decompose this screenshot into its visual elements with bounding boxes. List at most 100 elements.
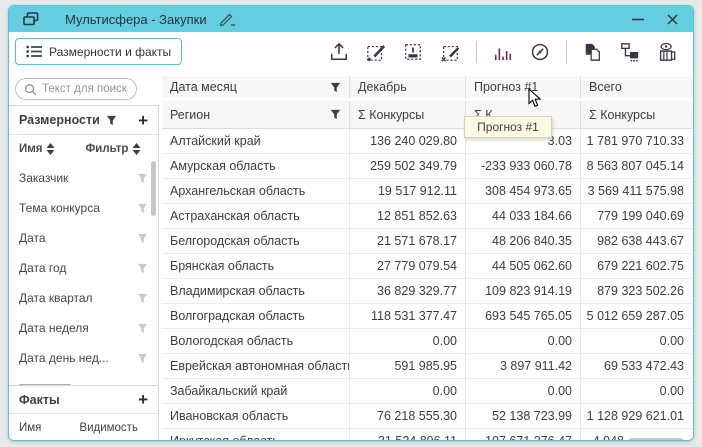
value-cell[interactable]: 5 012 659 287.05 [581, 304, 692, 328]
region-cell[interactable]: Владимирская область [162, 279, 350, 303]
value-cell[interactable]: 12 851 852.63 [350, 204, 466, 228]
region-cell[interactable]: Еврейская автономная область [162, 354, 350, 378]
filter-icon[interactable] [137, 233, 148, 244]
value-cell[interactable]: 3 897 911.42 [466, 354, 581, 378]
value-cell[interactable]: -233 933 060.78 [466, 154, 581, 178]
value-cell[interactable]: 76 218 555.30 [350, 404, 466, 428]
column-header[interactable]: Всего [581, 76, 692, 98]
filter-icon[interactable] [330, 109, 341, 120]
value-cell[interactable]: 308 454 973.65 [466, 179, 581, 203]
sidebar-item[interactable]: Дата день нед... [9, 343, 158, 373]
table-row[interactable]: Еврейская автономная область591 985.953 … [162, 354, 692, 379]
filter-icon[interactable] [137, 323, 148, 334]
filter-icon[interactable] [137, 353, 148, 364]
value-cell[interactable]: 44 505 062.60 [466, 254, 581, 278]
value-cell[interactable]: 1 781 970 710.33 [581, 129, 692, 153]
filter-icon[interactable] [137, 263, 148, 274]
histogram-icon[interactable] [491, 40, 515, 64]
table-row[interactable]: Владимирская область36 829 329.77109 823… [162, 279, 692, 304]
vertical-scrollbar-track[interactable] [693, 76, 694, 441]
region-cell[interactable]: Брянская область [162, 254, 350, 278]
sort-icon[interactable] [46, 143, 55, 155]
value-cell[interactable]: 0.00 [350, 379, 466, 403]
column-header[interactable]: Прогноз #1 [466, 76, 581, 98]
filter-icon[interactable] [137, 203, 148, 214]
add-dimension-button[interactable]: + [138, 112, 148, 129]
region-cell[interactable]: Забайкальский край [162, 379, 350, 403]
sidebar-item[interactable]: Заказчик [9, 163, 158, 193]
value-cell[interactable]: 109 823 914.19 [466, 279, 581, 303]
value-cell[interactable]: 693 545 765.05 [466, 304, 581, 328]
value-cell[interactable]: 259 502 349.79 [350, 154, 466, 178]
region-cell[interactable]: Волгоградская область [162, 304, 350, 328]
value-cell[interactable]: 31 524 896.11 [350, 429, 466, 441]
dimensions-filter-icon[interactable] [106, 115, 117, 126]
table-row[interactable]: Алтайский край136 240 029.803.031 781 97… [162, 129, 692, 154]
sort-icon[interactable] [132, 143, 141, 155]
minimize-icon[interactable] [625, 9, 651, 29]
table-row[interactable]: Иркутская область31 524 896.11-107 671 2… [162, 429, 692, 441]
value-cell[interactable]: 779 199 040.69 [581, 204, 692, 228]
sidebar-item[interactable]: Дата квартал [9, 283, 158, 313]
value-cell[interactable]: 591 985.95 [350, 354, 466, 378]
filter-column-label[interactable]: Фильтр [85, 143, 128, 155]
value-cell[interactable]: 0.00 [581, 379, 692, 403]
value-cell[interactable]: 19 517 912.11 [350, 179, 466, 203]
value-cell[interactable]: 8 563 807 045.14 [581, 154, 692, 178]
region-cell[interactable]: Алтайский край [162, 129, 350, 153]
table-row[interactable]: Архангельская область19 517 912.11308 45… [162, 179, 692, 204]
dimensions-facts-button[interactable]: Размерности и факты [15, 38, 182, 65]
value-cell[interactable]: 48 206 840.35 [466, 229, 581, 253]
copy-documents-icon[interactable] [581, 40, 605, 64]
sidebar-scrollbar[interactable] [151, 161, 156, 216]
filter-icon[interactable] [137, 293, 148, 304]
sidebar-item[interactable]: Дата год [9, 253, 158, 283]
value-cell[interactable]: 21 571 678.17 [350, 229, 466, 253]
value-cell[interactable]: 44 033 184.66 [466, 204, 581, 228]
value-cell[interactable]: 69 533 472.43 [581, 354, 692, 378]
column-header[interactable]: Дата месяц [162, 76, 350, 98]
region-cell[interactable]: Иркутская область [162, 429, 350, 441]
table-row[interactable]: Ивановская область76 218 555.3052 138 72… [162, 404, 692, 429]
add-fact-button[interactable]: + [138, 391, 148, 408]
value-cell[interactable]: 3 569 411 575.98 [581, 179, 692, 203]
add-edit-selection-icon[interactable] [364, 40, 388, 64]
value-cell[interactable]: 0.00 [581, 329, 692, 353]
table-row[interactable]: Вологодская область0.000.000.00 [162, 329, 692, 354]
table-row[interactable]: Забайкальский край0.000.000.00 [162, 379, 692, 404]
table-row[interactable]: Волгоградская область118 531 377.47693 5… [162, 304, 692, 329]
sidebar-item[interactable]: Тема конкурса [9, 193, 158, 223]
value-cell[interactable]: 36 829 329.77 [350, 279, 466, 303]
hierarchy-icon[interactable] [618, 40, 642, 64]
rename-pencil-icon[interactable] [219, 12, 236, 26]
value-cell[interactable]: 0.00 [466, 379, 581, 403]
export-icon[interactable] [327, 40, 351, 64]
value-cell[interactable]: 118 531 377.47 [350, 304, 466, 328]
sub-header[interactable]: Регион [162, 101, 350, 128]
close-icon[interactable] [659, 9, 685, 29]
region-cell[interactable]: Амурская область [162, 154, 350, 178]
value-cell[interactable]: 0.00 [350, 329, 466, 353]
value-cell[interactable]: 136 240 029.80 [350, 129, 466, 153]
region-cell[interactable]: Ивановская область [162, 404, 350, 428]
column-header[interactable]: Декабрь [350, 76, 466, 98]
value-cell[interactable]: 27 779 079.54 [350, 254, 466, 278]
value-cell[interactable]: 982 638 443.67 [581, 229, 692, 253]
value-cell[interactable]: 679 221 602.75 [581, 254, 692, 278]
sidebar-item[interactable]: Дата [9, 223, 158, 253]
value-cell[interactable]: 879 323 502.26 [581, 279, 692, 303]
horizontal-scrollbar-thumb[interactable] [628, 438, 684, 442]
table-row[interactable]: Амурская область259 502 349.79-233 933 0… [162, 154, 692, 179]
compass-icon[interactable] [528, 40, 552, 64]
region-cell[interactable]: Белгородская область [162, 229, 350, 253]
value-cell[interactable]: -107 671 276.47 [466, 429, 581, 441]
table-row[interactable]: Астраханская область12 851 852.6344 033 … [162, 204, 692, 229]
view-settings-icon[interactable] [655, 40, 679, 64]
table-row[interactable]: Брянская область27 779 079.5444 505 062.… [162, 254, 692, 279]
value-cell[interactable]: 1 128 929 621.01 [581, 404, 692, 428]
value-cell[interactable]: 0.00 [466, 329, 581, 353]
table-row[interactable]: Белгородская область21 571 678.1748 206 … [162, 229, 692, 254]
sub-header[interactable]: Σ Конкурсы [350, 101, 466, 128]
sidebar-item[interactable]: Дата неделя [9, 313, 158, 343]
filter-icon[interactable] [330, 82, 341, 93]
